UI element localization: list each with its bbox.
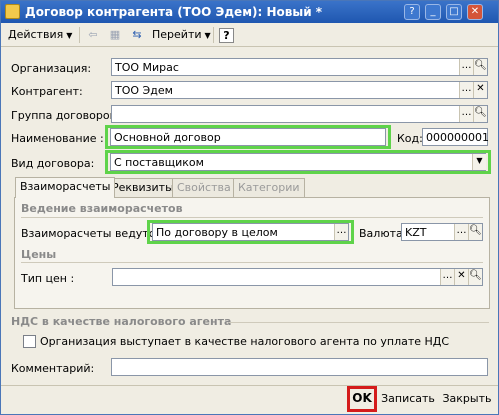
- tab-properties[interactable]: Свойства: [172, 178, 236, 197]
- section-divider: [21, 262, 483, 263]
- type-label: Вид договора:: [11, 157, 95, 170]
- name-value: Основной договор: [114, 131, 221, 144]
- help-button[interactable]: ?: [219, 28, 234, 43]
- currency-value: KZT: [405, 226, 427, 239]
- type-value: С поставщиком: [114, 156, 204, 169]
- price-type-label: Тип цен :: [21, 272, 75, 285]
- open-magnifier-icon[interactable]: 🔍︎: [473, 59, 487, 75]
- clear-icon[interactable]: ✕: [473, 82, 487, 98]
- mode-label: Взаиморасчеты ведутся:: [21, 227, 166, 240]
- select-ellipsis-button[interactable]: …: [440, 269, 454, 285]
- mode-field[interactable]: По договору в целом …: [152, 223, 349, 241]
- currency-field[interactable]: KZT … 🔍︎: [401, 223, 483, 241]
- toolbar-divider: [213, 27, 214, 43]
- type-dropdown[interactable]: С поставщиком ▼: [110, 153, 486, 171]
- select-ellipsis-button[interactable]: …: [459, 59, 473, 75]
- code-label: Код:: [397, 132, 423, 145]
- goto-menu-label: Перейти: [152, 28, 202, 41]
- contr-label: Контрагент:: [11, 85, 83, 98]
- button-bar: OK Записать Закрыть: [1, 385, 498, 414]
- currency-label: Валюта:: [359, 227, 407, 240]
- toolbar-divider: [79, 27, 80, 43]
- toolbar: Действия ▼ ⇦ ▦ ⇆ Перейти ▼ ?: [1, 23, 498, 47]
- select-ellipsis-button[interactable]: …: [459, 82, 473, 98]
- close-window-button[interactable]: ✕: [467, 4, 483, 20]
- actions-menu[interactable]: Действия ▼: [5, 26, 75, 44]
- title-bar[interactable]: Договор контрагента (ТОО Эдем): Новый * …: [1, 1, 498, 23]
- name-field[interactable]: Основной договор: [110, 128, 386, 146]
- goto-icon[interactable]: ⇆: [129, 27, 145, 43]
- vat-section-title: НДС в качестве налогового агента: [11, 315, 232, 328]
- open-magnifier-icon[interactable]: 🔍︎: [468, 269, 482, 285]
- org-label: Организация:: [11, 62, 92, 75]
- select-ellipsis-button[interactable]: …: [334, 224, 348, 240]
- open-magnifier-icon[interactable]: 🔍︎: [473, 106, 487, 122]
- comment-field[interactable]: [111, 358, 488, 376]
- clear-icon[interactable]: ✕: [454, 269, 468, 285]
- settlements-panel: Ведение взаиморасчетов Взаиморасчеты вед…: [14, 197, 490, 309]
- chevron-down-icon[interactable]: ▼: [472, 154, 486, 170]
- back-icon[interactable]: ⇦: [85, 27, 101, 43]
- tax-agent-checkbox[interactable]: [23, 335, 36, 348]
- tab-settlements[interactable]: Взаиморасчеты: [15, 177, 116, 198]
- tax-agent-label: Организация выступает в качестве налогов…: [40, 335, 450, 348]
- org-value: ТОО Мирас: [115, 61, 179, 74]
- group-field[interactable]: … 🔍︎: [111, 105, 488, 123]
- contract-window: Договор контрагента (ТОО Эдем): Новый * …: [0, 0, 499, 415]
- comment-label: Комментарий:: [11, 362, 95, 375]
- close-button[interactable]: Закрыть: [441, 390, 493, 410]
- prices-section-title: Цены: [21, 248, 57, 261]
- actions-menu-label: Действия: [8, 28, 64, 41]
- document-icon: [5, 4, 20, 19]
- mode-value: По договору в целом: [156, 226, 278, 239]
- code-value: 000000001: [426, 131, 489, 144]
- select-ellipsis-button[interactable]: …: [454, 224, 468, 240]
- structure-icon[interactable]: ▦: [107, 27, 123, 43]
- help-title-button[interactable]: ?: [404, 4, 420, 20]
- chevron-down-icon: ▼: [66, 31, 73, 40]
- minimize-button[interactable]: _: [425, 4, 441, 20]
- price-type-field[interactable]: … ✕ 🔍︎: [112, 268, 483, 286]
- window-title: Договор контрагента (ТОО Эдем): Новый *: [25, 5, 323, 19]
- section-divider: [21, 217, 483, 218]
- org-field[interactable]: ТОО Мирас … 🔍︎: [111, 58, 488, 76]
- open-magnifier-icon[interactable]: 🔍︎: [468, 224, 482, 240]
- tab-categories[interactable]: Категории: [233, 178, 305, 197]
- section-divider: [229, 322, 489, 323]
- goto-menu[interactable]: Перейти ▼: [149, 26, 214, 44]
- settlements-section-title: Ведение взаиморасчетов: [21, 202, 183, 215]
- name-label: Наименование :: [11, 132, 104, 145]
- chevron-down-icon: ▼: [204, 31, 211, 40]
- ok-button[interactable]: OK: [350, 389, 374, 409]
- tab-details[interactable]: Реквизиты: [107, 178, 179, 197]
- contr-value: ТОО Эдем: [115, 84, 173, 97]
- contr-field[interactable]: ТОО Эдем … ✕: [111, 81, 488, 99]
- maximize-button[interactable]: □: [446, 4, 462, 20]
- save-button[interactable]: Записать: [381, 390, 435, 410]
- group-label: Группа договоров:: [11, 109, 120, 122]
- select-ellipsis-button[interactable]: …: [459, 106, 473, 122]
- code-field[interactable]: 000000001: [422, 128, 489, 146]
